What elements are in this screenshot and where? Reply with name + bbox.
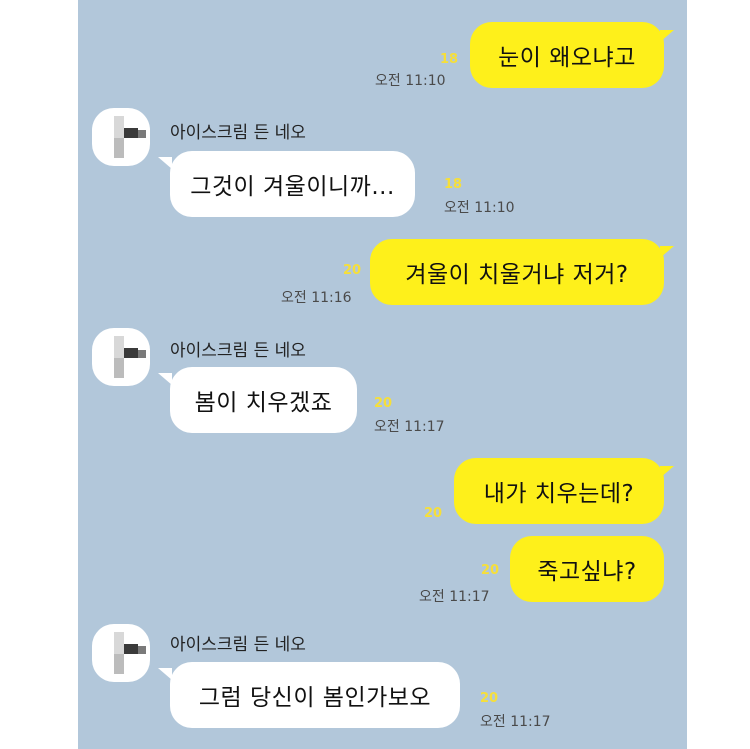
message-time: 오전 11:17 (480, 714, 551, 730)
message-text: 그럼 당신이 봄인가보오 (198, 685, 432, 711)
message-text: 죽고싶냐? (537, 559, 637, 585)
bubble-tail (660, 466, 674, 478)
blur-block (138, 646, 146, 654)
message-text: 겨울이 치울거냐 저거? (405, 262, 629, 288)
message-bubble[interactable]: 내가 치우는데? (454, 458, 664, 524)
blur-block (124, 644, 138, 654)
unread-count: 20 (343, 263, 362, 278)
blur-block (138, 350, 146, 358)
avatar[interactable] (92, 328, 150, 386)
message-bubble[interactable]: 그럼 당신이 봄인가보오 (170, 662, 460, 728)
avatar[interactable] (92, 108, 150, 166)
sender-name: 아이스크림 든 네오 (170, 635, 306, 655)
message-bubble[interactable]: 죽고싶냐? (510, 536, 664, 602)
blur-block (114, 654, 124, 674)
message-time: 오전 11:10 (444, 200, 515, 216)
blur-block (124, 348, 138, 358)
blur-block (114, 632, 124, 654)
message-bubble[interactable]: 겨울이 치울거냐 저거? (370, 239, 664, 305)
blur-block (114, 358, 124, 378)
message-text: 봄이 치우겠죠 (194, 390, 333, 416)
message-text: 눈이 왜오냐고 (498, 45, 636, 71)
message-bubble[interactable]: 봄이 치우겠죠 (170, 367, 357, 433)
message-time: 오전 11:16 (281, 290, 352, 306)
message-bubble[interactable]: 그것이 겨울이니까... (170, 151, 415, 217)
blur-block (114, 138, 124, 158)
sender-name: 아이스크림 든 네오 (170, 123, 306, 143)
message-text: 그것이 겨울이니까... (190, 174, 395, 200)
message-text: 내가 치우는데? (483, 481, 635, 507)
blur-block (138, 130, 146, 138)
unread-count: 18 (444, 177, 463, 192)
blur-block (124, 128, 138, 138)
bubble-tail (660, 30, 674, 42)
message-time: 오전 11:17 (374, 419, 445, 435)
unread-count: 20 (374, 396, 393, 411)
sender-name: 아이스크림 든 네오 (170, 341, 306, 361)
message-time: 오전 11:17 (419, 589, 490, 605)
unread-count: 20 (424, 506, 443, 521)
unread-count: 20 (481, 563, 500, 578)
message-time: 오전 11:10 (375, 73, 446, 89)
blur-block (114, 336, 124, 358)
unread-count: 20 (480, 691, 499, 706)
avatar[interactable] (92, 624, 150, 682)
bubble-tail (660, 246, 674, 258)
message-bubble[interactable]: 눈이 왜오냐고 (470, 22, 664, 88)
blur-block (114, 116, 124, 138)
unread-count: 18 (440, 52, 459, 67)
chat-room[interactable]: 18 오전 11:10 눈이 왜오냐고 아이스크림 든 네오 그것이 겨울이니까… (78, 0, 687, 749)
